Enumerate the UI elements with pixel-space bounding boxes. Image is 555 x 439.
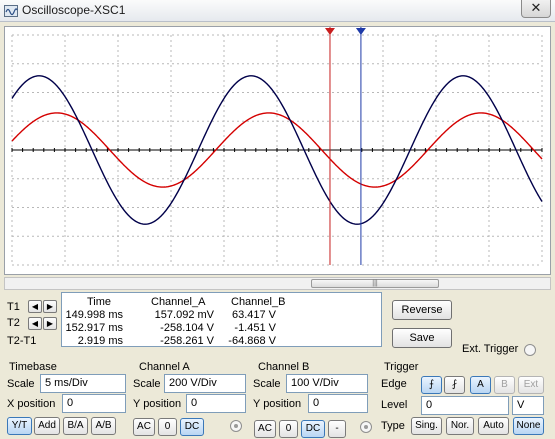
- arrow-right-icon: ▶: [46, 319, 54, 328]
- window-title: Oscilloscope-XSC1: [22, 3, 126, 17]
- x-position-label: X position: [7, 398, 56, 410]
- time-scrollbar[interactable]: |||: [4, 277, 551, 290]
- cursor-t1-left-button[interactable]: ◀: [28, 300, 42, 313]
- readout-diff-time: 2.919 ms: [77, 335, 123, 347]
- trigger-level-label: Level: [381, 399, 408, 411]
- cursor-t2-label: T2: [7, 317, 20, 329]
- readout-t1-channel-b: 63.417 V: [231, 309, 276, 321]
- trigger-level-unit-field[interactable]: V: [512, 396, 544, 415]
- trigger-auto-button[interactable]: Auto: [478, 417, 509, 435]
- x-position-field[interactable]: 0: [62, 394, 126, 413]
- trigger-type-label: Type: [381, 420, 405, 432]
- trigger-title: Trigger: [384, 361, 419, 373]
- readout-t1-channel-a: 157.092 mV: [154, 309, 214, 321]
- scope-display[interactable]: [4, 26, 551, 275]
- ext-trigger-terminal[interactable]: [524, 344, 536, 356]
- trigger-source-a-button[interactable]: A: [470, 376, 491, 394]
- channel-a-ac-button[interactable]: AC: [133, 418, 155, 436]
- mode-ab-button[interactable]: A/B: [91, 417, 116, 435]
- channel-a-scale-label: Scale: [133, 378, 161, 390]
- channel-b-ypos-label: Y position: [253, 398, 302, 410]
- channel-a-ypos-field[interactable]: 0: [186, 394, 246, 413]
- readout-t2-channel-b: -1.451 V: [234, 322, 276, 334]
- channel-b-ypos-field[interactable]: 0: [308, 394, 368, 413]
- cursor-t2-right-button[interactable]: ▶: [43, 317, 57, 330]
- cursor-t1-right-button[interactable]: ▶: [43, 300, 57, 313]
- cursor-t1-label: T1: [7, 301, 20, 313]
- readout-header-time: Time: [87, 296, 112, 308]
- close-icon: ✕: [530, 0, 542, 15]
- arrow-right-icon: ▶: [46, 302, 54, 311]
- channel-b-scale-label: Scale: [253, 378, 281, 390]
- channel-a-terminal[interactable]: [230, 420, 242, 432]
- channel-b-zero-button[interactable]: 0: [279, 420, 298, 438]
- channel-a-dc-button[interactable]: DC: [180, 418, 204, 436]
- oscilloscope-app-icon: [4, 5, 18, 17]
- save-button[interactable]: Save: [392, 328, 452, 348]
- readout-header-channel-b: Channel_B: [231, 296, 286, 308]
- trigger-normal-button[interactable]: Nor.: [446, 417, 474, 435]
- mode-add-button[interactable]: Add: [34, 417, 60, 435]
- trigger-edge-label: Edge: [381, 378, 407, 390]
- readout-t2-time: 152.917 ms: [65, 322, 123, 334]
- trigger-source-ext-button[interactable]: Ext: [518, 376, 544, 394]
- mode-ba-button[interactable]: B/A: [63, 417, 88, 435]
- timebase-title: Timebase: [9, 361, 57, 373]
- channel-b-terminal[interactable]: [360, 421, 372, 433]
- readout-header-channel-a: Channel_A: [151, 296, 206, 308]
- readout-t2-channel-a: -258.104 V: [160, 322, 214, 334]
- channel-a-scale-field[interactable]: 200 V/Div: [164, 374, 246, 393]
- cursor-diff-label: T2-T1: [7, 335, 37, 347]
- trigger-level-field[interactable]: 0: [421, 396, 509, 415]
- channel-a-zero-button[interactable]: 0: [158, 418, 177, 436]
- ext-trigger-label: Ext. Trigger: [462, 343, 519, 355]
- readout-diff-channel-b: -64.868 V: [228, 335, 276, 347]
- channel-a-ypos-label: Y position: [133, 398, 182, 410]
- falling-edge-icon: ⨏: [451, 379, 458, 390]
- scrollbar-thumb[interactable]: |||: [311, 279, 439, 288]
- channel-b-scale-field[interactable]: 100 V/Div: [286, 374, 368, 393]
- cursor-t2-left-button[interactable]: ◀: [28, 317, 42, 330]
- mode-yt-button[interactable]: Y/T: [7, 417, 32, 435]
- scope-plot: [5, 27, 550, 274]
- channel-b-invert-button[interactable]: -: [328, 420, 346, 438]
- arrow-left-icon: ◀: [31, 302, 39, 311]
- trigger-source-b-button[interactable]: B: [494, 376, 515, 394]
- channel-b-title: Channel B: [258, 361, 310, 373]
- scrollbar-grip-icon: |||: [372, 280, 378, 287]
- reverse-button[interactable]: Reverse: [392, 300, 452, 320]
- rising-edge-icon: ⨍: [428, 379, 435, 390]
- trigger-none-button[interactable]: None: [513, 417, 544, 435]
- readout-diff-channel-a: -258.261 V: [160, 335, 214, 347]
- trigger-falling-edge-button[interactable]: ⨏: [444, 376, 465, 394]
- title-bar: Oscilloscope-XSC1 ✕: [0, 0, 555, 22]
- trigger-single-button[interactable]: Sing.: [411, 417, 442, 435]
- channel-a-title: Channel A: [139, 361, 190, 373]
- timebase-scale-field[interactable]: 5 ms/Div: [40, 374, 126, 393]
- channel-b-dc-button[interactable]: DC: [301, 420, 325, 438]
- channel-b-ac-button[interactable]: AC: [254, 420, 276, 438]
- arrow-left-icon: ◀: [31, 319, 39, 328]
- timebase-scale-label: Scale: [7, 378, 35, 390]
- measurement-readout: Time Channel_A Channel_B 149.998 ms 157.…: [61, 292, 382, 347]
- readout-t1-time: 149.998 ms: [65, 309, 123, 321]
- close-button[interactable]: ✕: [521, 0, 551, 18]
- trigger-rising-edge-button[interactable]: ⨍: [421, 376, 442, 394]
